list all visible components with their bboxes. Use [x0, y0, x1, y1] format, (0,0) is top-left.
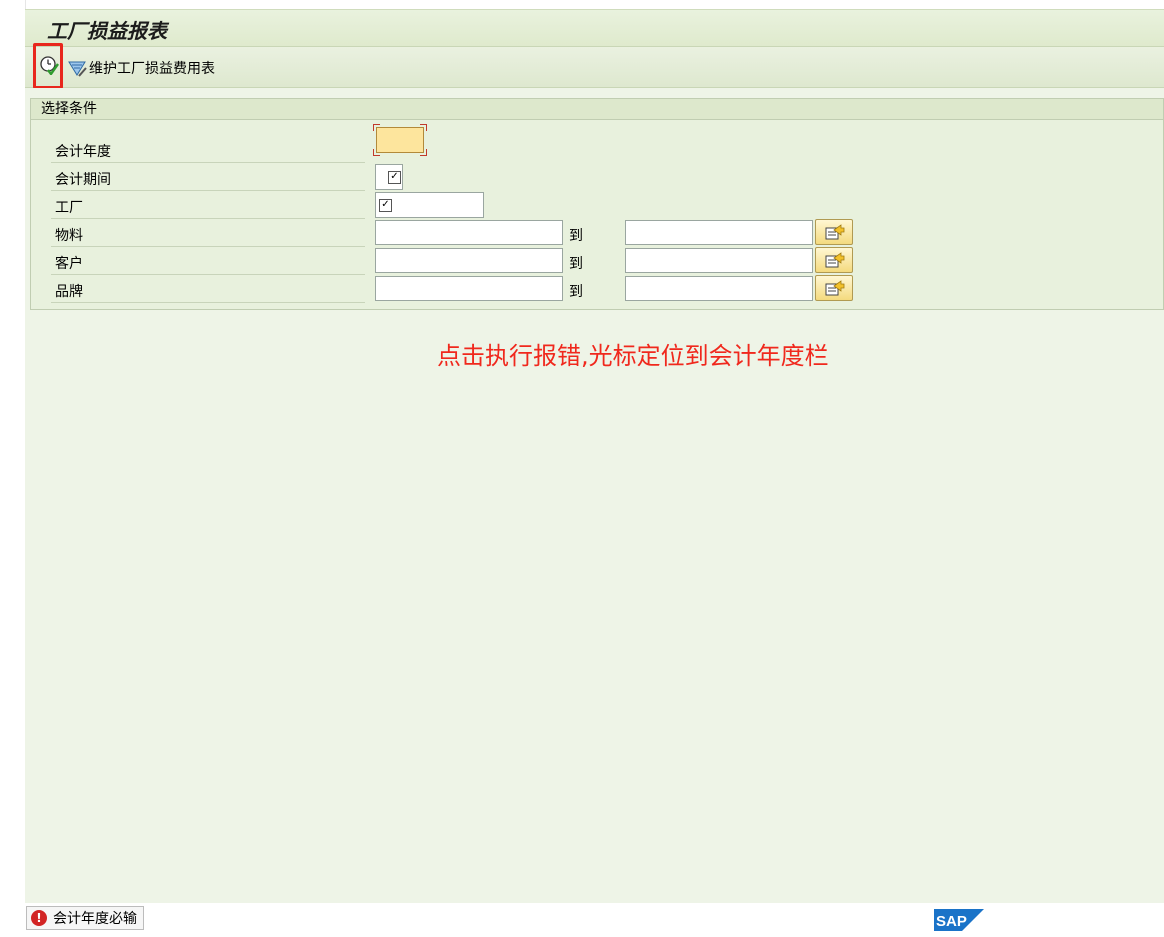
material-label: 物料 — [55, 228, 83, 244]
page-title: 工厂损益报表 — [47, 19, 167, 43]
selection-group-header: 选择条件 — [31, 99, 1163, 120]
customer-label: 客户 — [55, 256, 83, 272]
plant-label: 工厂 — [55, 200, 83, 216]
multiple-selection-icon — [825, 252, 845, 268]
annotation-note: 点击执行报错,光标定位到会计年度栏 — [437, 342, 829, 370]
brand-label: 品牌 — [55, 284, 83, 300]
brand-from-input[interactable] — [375, 276, 563, 301]
customer-to-input[interactable] — [625, 248, 813, 273]
application-toolbar: 维护工厂损益费用表 — [25, 43, 1164, 89]
maintain-table-icon — [68, 61, 87, 77]
customer-from-input[interactable] — [375, 248, 563, 273]
customer-multiple-selection-button[interactable] — [815, 247, 853, 273]
status-message[interactable]: ! 会计年度必输 — [26, 906, 144, 930]
plant-check-icon: ✓ — [379, 199, 392, 212]
material-multiple-selection-button[interactable] — [815, 219, 853, 245]
maintain-cost-table-button[interactable]: 维护工厂损益费用表 — [67, 57, 215, 79]
status-bar: ! 会计年度必输 SAP — [25, 903, 1164, 937]
error-icon: ! — [31, 910, 47, 926]
svg-text:SAP: SAP — [936, 913, 967, 930]
sap-logo: SAP — [934, 909, 984, 931]
material-from-input[interactable] — [375, 220, 563, 245]
status-message-text: 会计年度必输 — [53, 911, 137, 927]
brand-multiple-selection-button[interactable] — [815, 275, 853, 301]
fiscal-period-input[interactable]: ✓ — [375, 164, 403, 190]
fiscal-period-label: 会计期间 — [55, 172, 111, 188]
work-area: 选择条件 会计年度 会计期间 ✓ 工厂 ✓ 物料 到 客户 到 品牌 到 点击执… — [25, 88, 1164, 903]
brand-to-input[interactable] — [625, 276, 813, 301]
title-bar: 工厂损益报表 — [25, 9, 1164, 47]
fiscal-year-label: 会计年度 — [55, 144, 111, 160]
multiple-selection-icon — [825, 224, 845, 240]
material-to-label: 到 — [569, 228, 583, 244]
selection-group: 选择条件 会计年度 会计期间 ✓ 工厂 ✓ 物料 到 客户 到 品牌 到 — [30, 98, 1164, 310]
fiscal-year-input[interactable] — [376, 127, 424, 153]
maintain-cost-table-label: 维护工厂损益费用表 — [89, 61, 215, 77]
material-to-input[interactable] — [625, 220, 813, 245]
left-margin — [0, 0, 26, 937]
customer-to-label: 到 — [569, 256, 583, 272]
fiscal-year-focus-frame — [373, 124, 427, 156]
row-fiscal-period: 会计期间 — [51, 164, 365, 191]
multiple-selection-icon — [825, 280, 845, 296]
execute-button[interactable] — [33, 43, 63, 89]
row-material: 物料 — [51, 220, 365, 247]
plant-input[interactable]: ✓ — [375, 192, 484, 218]
fiscal-period-check-icon: ✓ — [388, 171, 401, 184]
row-brand: 品牌 — [51, 276, 365, 303]
row-plant: 工厂 — [51, 192, 365, 219]
brand-to-label: 到 — [569, 284, 583, 300]
execute-clock-check-icon — [40, 56, 59, 75]
row-fiscal-year: 会计年度 — [51, 136, 365, 163]
row-customer: 客户 — [51, 248, 365, 275]
